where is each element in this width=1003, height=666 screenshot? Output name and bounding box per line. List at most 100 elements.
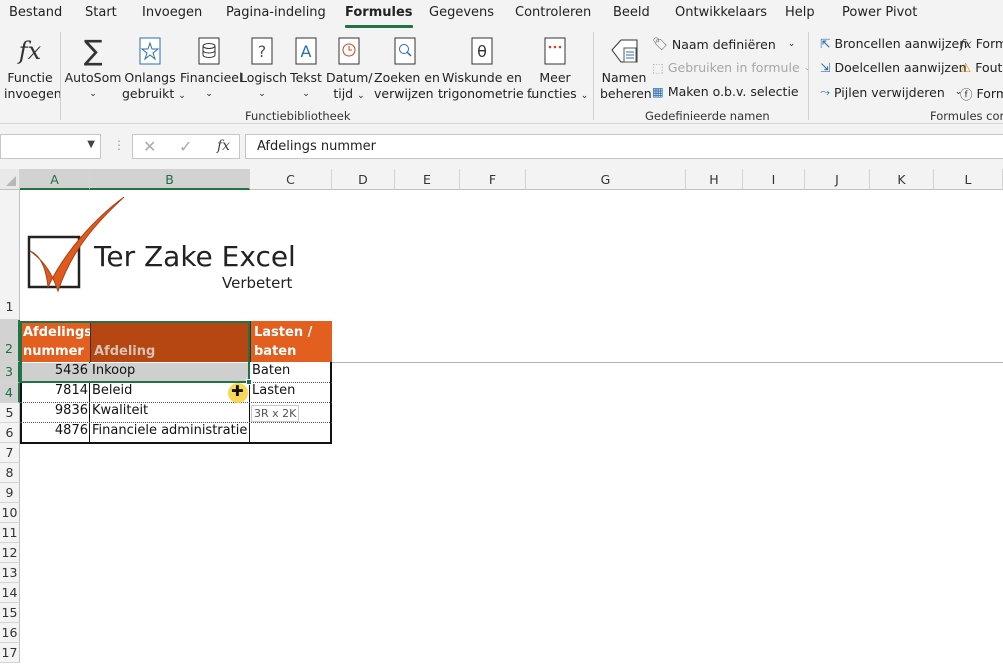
name-tag-icon — [600, 34, 648, 68]
menu-bestand[interactable]: Bestand — [9, 5, 62, 20]
remove-arrows-icon: ⤳ — [820, 84, 831, 99]
column-header-i[interactable]: I — [743, 169, 805, 190]
cell-afdeling[interactable]: Beleid — [92, 383, 132, 398]
row-header-3[interactable]: 3 — [0, 362, 20, 383]
row-header-6[interactable]: 6 — [0, 423, 20, 443]
logo-subtitle: Verbetert — [222, 274, 293, 292]
name-box[interactable]: ▼ — [0, 134, 101, 159]
trace-precedents-icon: ⇱ — [820, 36, 831, 51]
recently-used-button[interactable]: Onlangs gebruikt ⌄ — [122, 34, 186, 104]
cell-afdeling[interactable]: Financiele administratie — [92, 423, 247, 438]
math-button[interactable]: θ Wiskunde en trigonometrie ⌄ — [438, 34, 535, 104]
theta-icon: θ — [438, 34, 526, 68]
column-header-f[interactable]: F — [460, 169, 526, 190]
formula-tag-icon: ⬚ — [652, 60, 664, 75]
use-in-formula-button[interactable]: ⬚Gebruiken in formule⌄ — [652, 60, 811, 75]
drag-size-tooltip: 3R x 2K — [251, 405, 300, 422]
row-header-5[interactable]: 5 — [0, 403, 20, 423]
warning-icon: ⚠ — [960, 60, 972, 75]
worksheet[interactable]: A B C D E F G H I J K L 1 2 3 4 5 6 7 8 … — [0, 169, 1003, 666]
evaluate-formula-button[interactable]: ⓕ Form — [960, 84, 1003, 103]
row-header-16[interactable]: 16 — [0, 623, 20, 643]
error-checking-button[interactable]: ⚠ Fout — [960, 60, 1002, 75]
autosum-button[interactable]: ∑ AutoSom ⌄ — [64, 34, 122, 102]
menu-start[interactable]: Start — [85, 5, 117, 20]
row-header-10[interactable]: 10 — [0, 503, 20, 523]
menu-power-pivot[interactable]: Power Pivot — [842, 5, 917, 20]
column-header-b[interactable]: B — [90, 169, 250, 190]
row-header-1[interactable]: 1 — [0, 190, 20, 320]
column-header-j[interactable]: J — [805, 169, 870, 190]
more-options-icon[interactable]: ⋮ — [113, 138, 125, 152]
menu-ontwikkelaars[interactable]: Ontwikkelaars — [675, 5, 767, 20]
define-name-button[interactable]: 🏷 Naam definiëren ⌄ — [652, 36, 795, 52]
column-header-l[interactable]: L — [934, 169, 1003, 190]
insert-function-button[interactable]: fx Functie invoegen — [4, 34, 62, 102]
column-header-d[interactable]: D — [332, 169, 395, 190]
menu-gegevens[interactable]: Gegevens — [429, 5, 494, 20]
create-from-selection-button[interactable]: ▦ Maken o.b.v. selectie — [652, 84, 799, 99]
remove-arrows-button[interactable]: ⤳ Pijlen verwijderen ⌄ — [820, 84, 962, 100]
formula-bar: ▼ ⋮ ✕ ✓ fx Afdelings nummer — [0, 124, 1003, 169]
column-header-e[interactable]: E — [395, 169, 460, 190]
fill-handle[interactable] — [246, 379, 252, 385]
chevron-down-icon: ⌄ — [205, 89, 213, 99]
show-formulas-icon: fx — [960, 36, 972, 51]
row-header-8[interactable]: 8 — [0, 463, 20, 483]
menu-help[interactable]: Help — [785, 5, 815, 20]
row-header-2[interactable]: 2 — [0, 320, 20, 362]
letter-a-icon: A — [288, 34, 324, 68]
row-header-13[interactable]: 13 — [0, 563, 20, 583]
row-header-15[interactable]: 15 — [0, 603, 20, 623]
cell-nummer[interactable]: 9836 — [20, 403, 88, 418]
menu-pagina-indeling[interactable]: Pagina-indeling — [226, 5, 326, 20]
logical-button[interactable]: ? Logisch ⌄ — [240, 34, 287, 102]
datetime-button[interactable]: Datum/ tijd ⌄ — [326, 34, 373, 104]
question-icon: ? — [240, 34, 284, 68]
svg-text:θ: θ — [477, 42, 487, 61]
column-header-k[interactable]: K — [870, 169, 934, 190]
table-row[interactable]: 4876 Financiele administratie — [20, 423, 332, 443]
row-header-4[interactable]: 4 — [0, 383, 20, 403]
row-header-7[interactable]: 7 — [0, 443, 20, 463]
column-header-h[interactable]: H — [686, 169, 743, 190]
table-row[interactable]: 7814 Beleid Lasten — [20, 383, 332, 403]
row-header-14[interactable]: 14 — [0, 583, 20, 603]
cell-type[interactable]: Baten — [252, 363, 290, 378]
chevron-down-icon[interactable]: ▼ — [87, 139, 95, 150]
more-functions-button[interactable]: Meer functies ⌄ — [527, 34, 588, 104]
column-header-c[interactable]: C — [250, 169, 332, 190]
column-header-g[interactable]: G — [526, 169, 686, 190]
tag-icon: 🏷 — [652, 36, 668, 51]
lookup-button[interactable]: Zoeken en verwijzen ⌄ — [374, 34, 445, 104]
financial-button[interactable]: Financieel ⌄ — [180, 34, 242, 102]
select-all-corner[interactable] — [0, 169, 20, 190]
group-label-defined-names: Gedefinieerde namen — [645, 109, 770, 123]
trace-dependents-button[interactable]: ⇲ Doelcellen aanwijzen — [820, 60, 967, 75]
header-cell-lasten-baten[interactable]: Lasten / baten — [250, 321, 332, 362]
trace-precedents-button[interactable]: ⇱ Broncellen aanwijzen — [820, 36, 967, 51]
row-header-11[interactable]: 11 — [0, 523, 20, 543]
menu-invoegen[interactable]: Invoegen — [142, 5, 202, 20]
confirm-icon[interactable]: ✓ — [179, 137, 192, 156]
more-dots-icon — [527, 34, 583, 68]
cancel-icon[interactable]: ✕ — [143, 137, 156, 156]
row-header-17[interactable]: 17 — [0, 643, 20, 663]
menu-formules[interactable]: Formules — [345, 5, 413, 28]
text-button[interactable]: A Tekst ⌄ — [288, 34, 324, 102]
row-header-9[interactable]: 9 — [0, 483, 20, 503]
menu-beeld[interactable]: Beeld — [613, 5, 650, 20]
row-header-12[interactable]: 12 — [0, 543, 20, 563]
name-manager-button[interactable]: Namen beheren — [600, 34, 652, 102]
show-formulas-button[interactable]: fx Form — [960, 36, 1003, 51]
cell-afdeling[interactable]: Kwaliteit — [92, 403, 148, 418]
plus-cursor-icon: ✚ — [231, 382, 244, 400]
formula-input[interactable]: Afdelings nummer — [245, 134, 1003, 159]
cell-nummer[interactable]: 4876 — [20, 423, 88, 438]
column-header-a[interactable]: A — [20, 169, 90, 190]
menu-controleren[interactable]: Controleren — [515, 5, 591, 20]
cell-type[interactable]: Lasten — [252, 383, 295, 398]
insert-function-icon[interactable]: fx — [217, 138, 230, 154]
cell-nummer[interactable]: 7814 — [20, 383, 88, 398]
chevron-down-icon: ⌄ — [357, 91, 365, 101]
